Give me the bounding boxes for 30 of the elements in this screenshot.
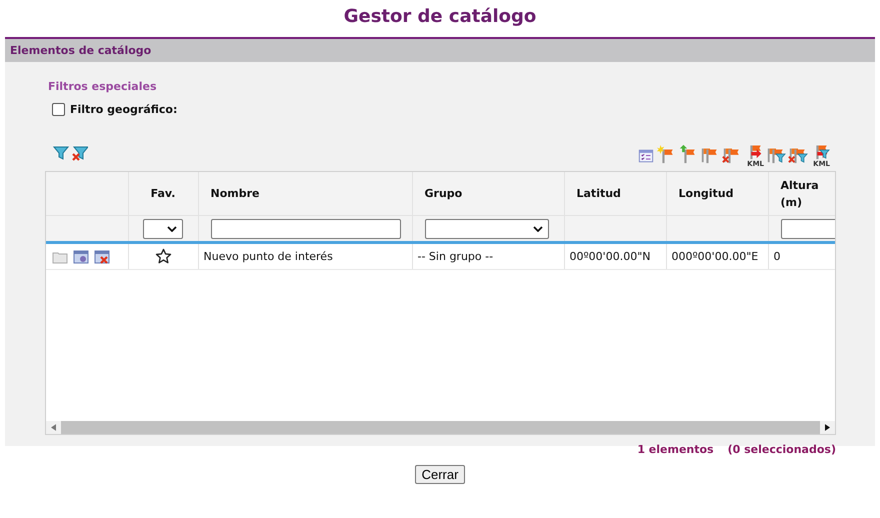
chevron-down-icon — [532, 226, 542, 232]
scroll-left-icon[interactable] — [51, 424, 56, 431]
close-button[interactable]: Cerrar — [414, 465, 466, 484]
horizontal-scrollbar[interactable] — [46, 421, 835, 434]
table-cell: 00º00'00.00"N — [570, 250, 650, 263]
table-cell: -- Sin grupo -- — [418, 250, 494, 263]
item-count: 1 elementos — [637, 443, 714, 456]
selected-count: (0 seleccionados) — [728, 443, 836, 456]
scroll-right-icon[interactable] — [825, 424, 830, 431]
table-cell: 0 — [774, 250, 780, 263]
checklist-icon[interactable] — [638, 148, 654, 164]
table-cell: Nuevo punto de interés — [204, 250, 333, 263]
delete-icon[interactable] — [94, 248, 110, 264]
filter-dropdown[interactable] — [143, 218, 183, 238]
filter-field[interactable] — [210, 218, 400, 238]
table-cell: 000º00'00.00"E — [672, 250, 758, 263]
section-title: Filtros especiales — [47, 80, 158, 93]
page-title: Gestor de catálogo — [342, 5, 538, 29]
checkbox[interactable] — [52, 103, 65, 116]
column-header[interactable]: Nombre — [210, 185, 260, 202]
checkbox-label: Filtro geográfico: — [70, 103, 178, 116]
chevron-down-icon — [167, 226, 177, 232]
panel-header: Elementos de catálogo — [5, 39, 875, 62]
star-icon[interactable] — [154, 248, 172, 265]
column-header[interactable]: Fav. — [150, 185, 176, 202]
column-header[interactable]: Latitud — [576, 185, 621, 202]
clear-filter-icon[interactable] — [72, 145, 88, 161]
column-header[interactable]: Grupo — [424, 185, 462, 202]
filter-icon[interactable] — [53, 145, 69, 161]
settings-icon[interactable] — [73, 248, 89, 264]
